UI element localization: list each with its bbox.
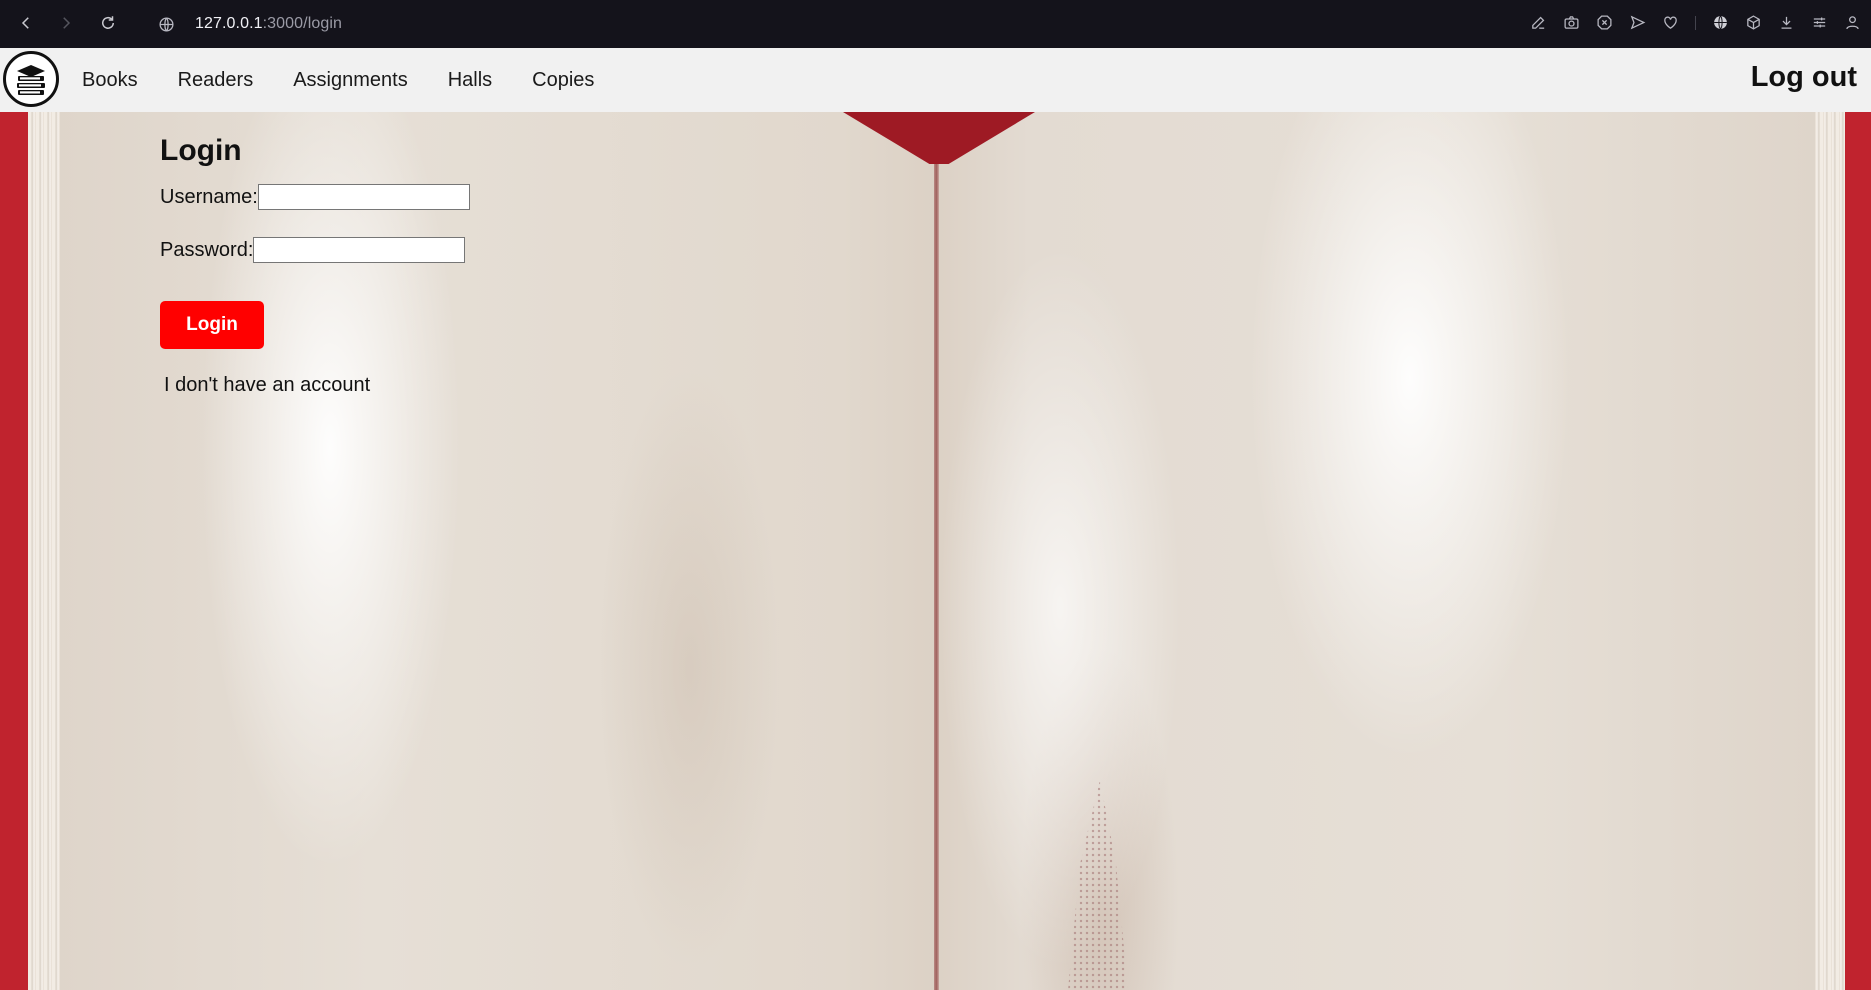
site-info-icon[interactable] [156,14,177,35]
back-icon[interactable] [14,11,38,35]
book-cover-right [1845,112,1871,990]
nav-link-assignments[interactable]: Assignments [293,69,408,92]
send-icon[interactable] [1627,12,1648,33]
nav-link-books[interactable]: Books [82,69,138,92]
page-title: Login [160,134,242,167]
forward-icon[interactable] [54,11,78,35]
page-viewport: Books Readers Assignments Halls Copies L… [0,48,1871,990]
address-bar[interactable]: 127.0.0.1:3000/login [156,11,342,37]
camera-icon[interactable] [1561,12,1582,33]
book-page-edges-left [28,112,60,990]
book-page-edges-right [1815,112,1845,990]
url-path: :3000/login [262,15,343,32]
password-input[interactable] [253,237,466,263]
login-button[interactable]: Login [160,301,264,349]
heart-icon[interactable] [1660,12,1681,33]
username-row: Username: [160,184,470,210]
url-text: 127.0.0.1:3000/login [195,15,342,33]
book-spine [934,160,939,990]
settings-sliders-icon[interactable] [1809,12,1830,33]
nav-link-copies[interactable]: Copies [532,69,594,92]
globe-icon[interactable] [1710,12,1731,33]
profile-icon[interactable] [1842,12,1863,33]
navbar: Books Readers Assignments Halls Copies L… [0,48,1871,112]
nav-link-readers[interactable]: Readers [178,69,254,92]
url-host: 127.0.0.1 [195,15,263,32]
cube-icon[interactable] [1743,12,1764,33]
reload-icon[interactable] [96,11,120,35]
separator [1695,15,1696,30]
browser-toolbar: 127.0.0.1:3000/login [0,0,1871,48]
password-label: Password: [160,238,254,261]
nav-link-halls[interactable]: Halls [448,69,492,92]
password-row: Password: [160,237,466,263]
download-icon[interactable] [1776,12,1797,33]
username-label: Username: [160,185,258,208]
books-stack-icon[interactable] [3,51,59,107]
nav-links: Books Readers Assignments Halls Copies [82,48,634,112]
edit-icon[interactable] [1528,12,1549,33]
logout-link[interactable]: Log out [1751,61,1857,94]
no-account-link[interactable]: I don't have an account [164,374,370,397]
login-form: Login Username: Password: Login I don't … [160,134,470,396]
username-input[interactable] [257,184,470,210]
book-cover-left [0,112,28,990]
adblock-icon[interactable] [1594,12,1615,33]
browser-extensions [1528,12,1863,33]
